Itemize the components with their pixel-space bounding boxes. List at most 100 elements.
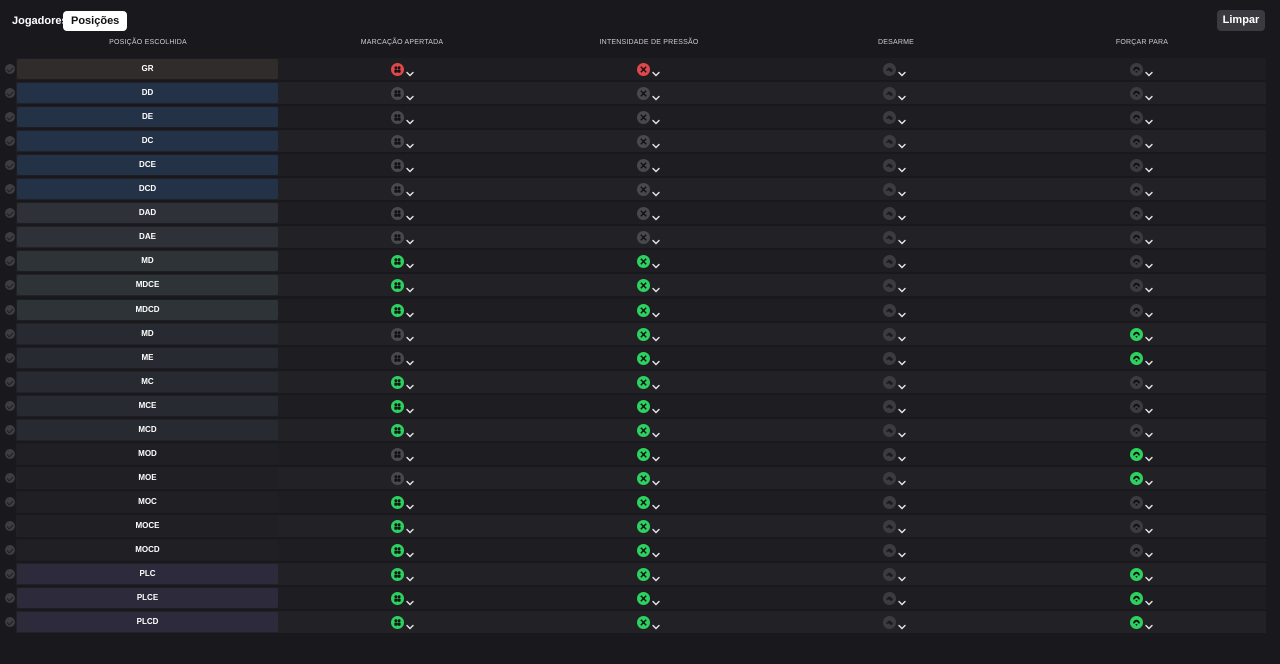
marking-dropdown[interactable]	[391, 495, 417, 510]
clear-button[interactable]: Limpar	[1217, 10, 1265, 31]
marking-dropdown[interactable]	[391, 158, 417, 173]
row-select-check[interactable]	[5, 545, 15, 555]
tackling-dropdown[interactable]	[883, 447, 909, 462]
pressing-dropdown[interactable]	[637, 303, 663, 317]
tackling-dropdown[interactable]	[883, 591, 909, 606]
tackling-dropdown[interactable]	[883, 230, 909, 245]
pressing-dropdown[interactable]	[637, 399, 663, 414]
marking-dropdown[interactable]	[391, 134, 417, 149]
tackling-dropdown[interactable]	[883, 182, 909, 197]
force-dropdown[interactable]	[1130, 327, 1156, 342]
pressing-dropdown[interactable]	[637, 495, 663, 510]
force-dropdown[interactable]	[1130, 447, 1156, 462]
tackling-dropdown[interactable]	[883, 254, 909, 269]
force-dropdown[interactable]	[1130, 399, 1156, 414]
tackling-dropdown[interactable]	[883, 206, 909, 221]
row-select-check[interactable]	[5, 520, 15, 531]
force-dropdown[interactable]	[1130, 254, 1156, 269]
force-dropdown[interactable]	[1130, 615, 1156, 630]
tackling-dropdown[interactable]	[883, 471, 909, 486]
marking-dropdown[interactable]	[391, 567, 417, 582]
marking-dropdown[interactable]	[391, 62, 417, 77]
force-dropdown[interactable]	[1130, 86, 1156, 101]
force-dropdown[interactable]	[1130, 62, 1156, 77]
row-select-check[interactable]	[5, 256, 15, 267]
force-dropdown[interactable]	[1130, 230, 1156, 245]
marking-dropdown[interactable]	[391, 447, 417, 462]
row-select-check[interactable]	[5, 112, 15, 123]
position-label[interactable]: DD	[17, 83, 278, 104]
tackling-dropdown[interactable]	[883, 278, 909, 293]
pressing-dropdown[interactable]	[637, 182, 663, 197]
row-select-check[interactable]	[5, 617, 15, 628]
force-dropdown[interactable]	[1130, 423, 1156, 438]
marking-dropdown[interactable]	[391, 86, 417, 101]
tackling-dropdown[interactable]	[883, 303, 909, 317]
row-select-check[interactable]	[5, 304, 15, 315]
force-dropdown[interactable]	[1130, 591, 1156, 606]
position-label[interactable]: MCE	[17, 395, 278, 416]
row-select-check[interactable]	[5, 448, 15, 459]
position-label[interactable]: DCE	[17, 155, 278, 176]
pressing-dropdown[interactable]	[637, 158, 663, 173]
row-select-check[interactable]	[5, 208, 15, 219]
marking-dropdown[interactable]	[391, 615, 417, 630]
pressing-dropdown[interactable]	[637, 471, 663, 486]
position-label[interactable]: DE	[17, 107, 278, 128]
row-select-check[interactable]	[5, 569, 15, 580]
marking-dropdown[interactable]	[391, 471, 417, 486]
tackling-dropdown[interactable]	[883, 327, 909, 342]
position-label[interactable]: MD	[17, 251, 278, 272]
row-select-check[interactable]	[5, 376, 15, 387]
position-label[interactable]: MOD	[17, 443, 278, 464]
force-dropdown[interactable]	[1130, 471, 1156, 486]
tackling-dropdown[interactable]	[883, 543, 909, 558]
row-select-check[interactable]	[5, 496, 15, 507]
marking-dropdown[interactable]	[391, 206, 417, 221]
pressing-dropdown[interactable]	[637, 62, 663, 77]
position-label[interactable]: MD	[17, 323, 278, 344]
pressing-dropdown[interactable]	[637, 447, 663, 462]
tackling-dropdown[interactable]	[883, 351, 909, 366]
row-select-check[interactable]	[5, 160, 15, 171]
marking-dropdown[interactable]	[391, 327, 417, 342]
pressing-dropdown[interactable]	[637, 591, 663, 606]
row-select-check[interactable]	[5, 184, 15, 195]
row-select-check[interactable]	[5, 136, 15, 147]
marking-dropdown[interactable]	[391, 399, 417, 414]
marking-dropdown[interactable]	[391, 351, 417, 366]
force-dropdown[interactable]	[1130, 543, 1156, 558]
tackling-dropdown[interactable]	[883, 86, 909, 101]
tackling-dropdown[interactable]	[883, 423, 909, 438]
marking-dropdown[interactable]	[391, 591, 417, 606]
force-dropdown[interactable]	[1130, 182, 1156, 197]
force-dropdown[interactable]	[1130, 158, 1156, 173]
position-label[interactable]: PLC	[17, 564, 278, 585]
row-select-check[interactable]	[5, 352, 15, 363]
position-label[interactable]: MCD	[17, 419, 278, 440]
position-label[interactable]: DAD	[17, 203, 278, 224]
row-select-check[interactable]	[5, 64, 15, 74]
row-select-check[interactable]	[5, 400, 15, 411]
force-dropdown[interactable]	[1130, 134, 1156, 149]
tackling-dropdown[interactable]	[883, 158, 909, 173]
row-select-check[interactable]	[5, 328, 15, 339]
marking-dropdown[interactable]	[391, 182, 417, 197]
pressing-dropdown[interactable]	[637, 278, 663, 293]
position-label[interactable]: ME	[17, 347, 278, 368]
position-label[interactable]: GR	[17, 59, 278, 79]
pressing-dropdown[interactable]	[637, 86, 663, 101]
force-dropdown[interactable]	[1130, 303, 1156, 317]
pressing-dropdown[interactable]	[637, 254, 663, 269]
marking-dropdown[interactable]	[391, 303, 417, 317]
force-dropdown[interactable]	[1130, 351, 1156, 366]
pressing-dropdown[interactable]	[637, 519, 663, 534]
pressing-dropdown[interactable]	[637, 375, 663, 390]
position-label[interactable]: MDCD	[17, 299, 278, 320]
marking-dropdown[interactable]	[391, 375, 417, 390]
force-dropdown[interactable]	[1130, 519, 1156, 534]
position-label[interactable]: MC	[17, 371, 278, 392]
force-dropdown[interactable]	[1130, 206, 1156, 221]
tackling-dropdown[interactable]	[883, 495, 909, 510]
force-dropdown[interactable]	[1130, 495, 1156, 510]
